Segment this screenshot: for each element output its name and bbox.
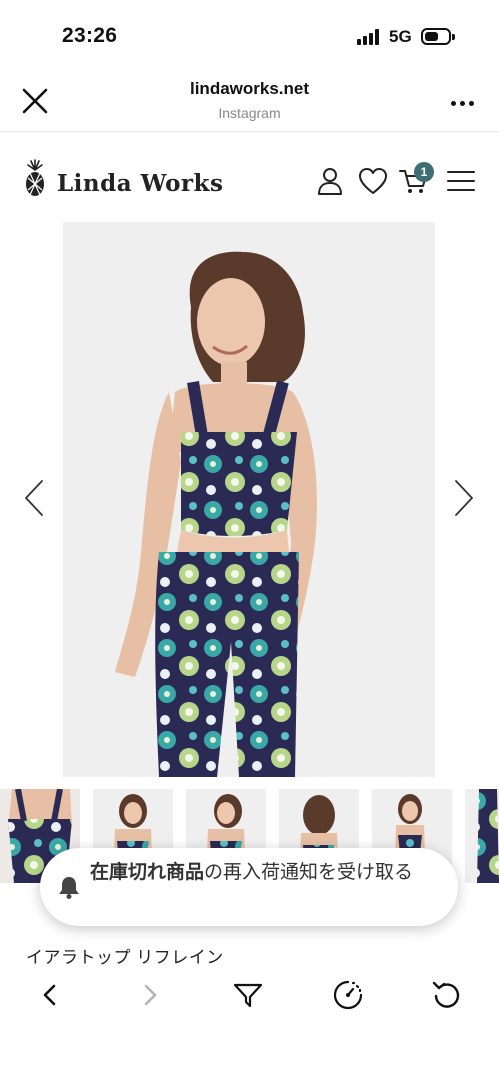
chevron-right-icon (455, 480, 473, 516)
page-source: Instagram (218, 105, 281, 121)
speed-button[interactable] (331, 978, 365, 1012)
status-bar: 23:26 5G (0, 0, 499, 70)
filter-button[interactable] (231, 978, 265, 1012)
restock-notify-button[interactable]: 在庫切れ商品の再入荷通知を受け取る (40, 848, 458, 926)
account-button[interactable] (315, 166, 345, 196)
gallery-prev-button[interactable] (22, 478, 46, 518)
restock-notify-text-bold: 在庫切れ商品 (90, 862, 205, 883)
logo-link[interactable] (24, 158, 46, 198)
wishlist-button[interactable] (358, 166, 388, 196)
logo-text[interactable]: Linda Works (57, 170, 223, 197)
filter-icon (233, 983, 263, 1008)
network-label: 5G (389, 27, 412, 46)
forward-button[interactable] (133, 978, 167, 1012)
restock-notify-text-rest: の再入荷通知を受け取る (204, 862, 414, 883)
forward-icon (144, 984, 157, 1006)
bell-icon (59, 877, 79, 899)
browser-header: lindaworks.net Instagram (0, 70, 499, 132)
browser-toolbar (0, 972, 499, 1018)
account-icon (318, 168, 342, 195)
signal-icon (357, 29, 383, 45)
restock-notify-text: 在庫切れ商品の再入荷通知を受け取る (90, 860, 430, 886)
cart-count-badge: 1 (414, 162, 434, 182)
back-icon (43, 984, 56, 1006)
gallery-next-button[interactable] (452, 478, 476, 518)
chevron-left-icon (25, 480, 43, 516)
back-button[interactable] (33, 978, 67, 1012)
menu-icon (447, 171, 475, 191)
pineapple-icon (26, 159, 44, 196)
page-domain: lindaworks.net (189, 79, 310, 98)
product-main-image[interactable] (63, 222, 435, 777)
reload-button[interactable] (430, 978, 464, 1012)
heart-icon (359, 168, 387, 194)
status-time: 23:26 (62, 24, 118, 47)
more-dots-icon (451, 101, 456, 106)
site-header: Linda Works (0, 150, 499, 214)
product-title: イアラトップ リフレイン (26, 948, 224, 967)
thumbnail[interactable] (465, 789, 499, 883)
speed-icon (333, 980, 363, 1010)
menu-button[interactable] (446, 166, 476, 196)
more-button[interactable] (446, 96, 478, 110)
battery-icon (421, 28, 455, 45)
reload-icon (432, 981, 460, 1008)
